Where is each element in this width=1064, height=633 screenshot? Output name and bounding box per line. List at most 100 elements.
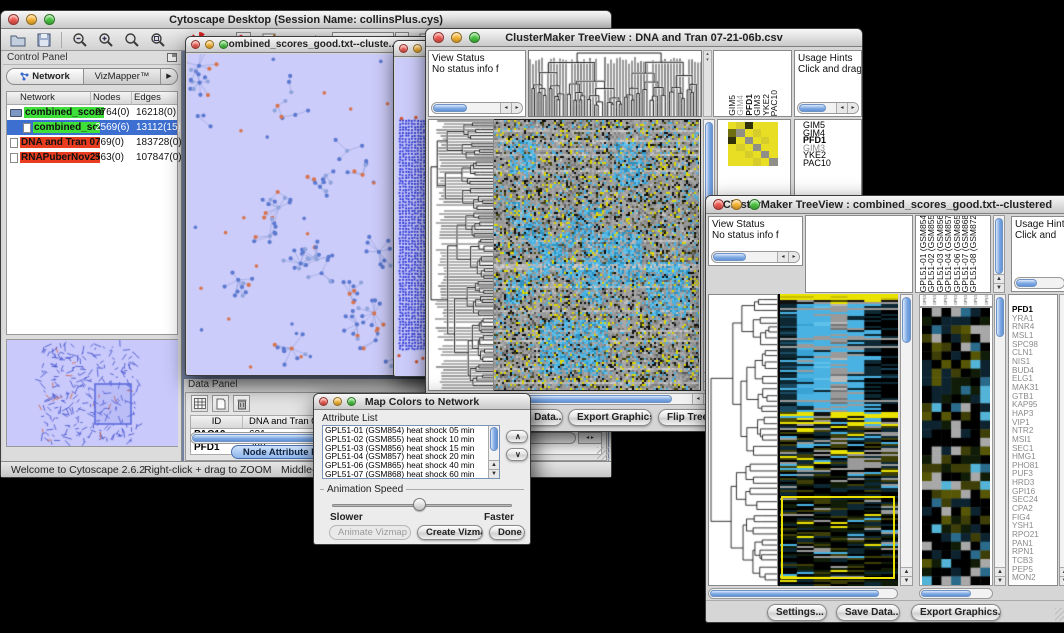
network-list-row[interactable]: RNAPuberNov2+|563(0)107847(0) <box>7 150 177 165</box>
tv2-collabels-scrollbar[interactable]: ▲▼ <box>993 215 1005 293</box>
zoom-matrix-cell <box>745 137 753 144</box>
tv1-global-heatmap[interactable] <box>494 119 701 391</box>
tv1-export-graphics-button[interactable]: Export Graphics... <box>568 409 652 426</box>
minimize-button[interactable] <box>205 40 214 49</box>
create-vizmap-button[interactable]: Create Vizmap <box>417 525 483 540</box>
view-status-scrollbar[interactable]: ◂▸ <box>431 102 523 114</box>
attribute-list-scrollbar[interactable]: ▲▼ <box>488 426 499 478</box>
minimize-button[interactable] <box>413 44 422 53</box>
desktop: Cytoscape Desktop (Session Name: collins… <box>0 0 1064 633</box>
network-overview-canvas[interactable] <box>7 340 178 446</box>
close-button[interactable] <box>713 199 724 210</box>
new-attribute-icon[interactable] <box>212 395 229 412</box>
tv2-settings-button[interactable]: Settings... <box>767 604 827 621</box>
close-button[interactable] <box>319 397 328 406</box>
tv2-save-data-button[interactable]: Save Data... <box>836 604 900 621</box>
tv2-row-dendrogram[interactable] <box>708 294 778 586</box>
open-file-icon[interactable] <box>9 31 26 48</box>
move-down-button[interactable]: ∨ <box>506 448 528 461</box>
node-count: 563(0) <box>95 152 124 163</box>
tv2-genelabels-scrollbar[interactable]: ▲▼ <box>1059 294 1064 586</box>
usage-hints-scrollbar[interactable]: ◂▸ <box>797 102 859 114</box>
col-network[interactable]: Network <box>7 92 91 104</box>
view-status-title: View Status <box>709 217 802 230</box>
close-button[interactable] <box>8 14 19 25</box>
minimize-button[interactable] <box>333 397 342 406</box>
slider-thumb[interactable] <box>413 498 426 511</box>
zoom-selected-icon[interactable] <box>123 31 140 48</box>
float-panel-icon[interactable] <box>167 49 177 67</box>
zoom-fit-icon[interactable] <box>149 31 166 48</box>
tv1-column-dendrogram[interactable] <box>528 50 702 117</box>
minimize-button[interactable] <box>451 32 462 43</box>
main-titlebar[interactable]: Cytoscape Desktop (Session Name: collins… <box>1 11 611 29</box>
zoom-in-icon[interactable] <box>97 31 114 48</box>
network-list-row[interactable]: combined_scores2764(0)16218(0) <box>7 105 177 120</box>
tv2-export-graphics-button[interactable]: Export Graphics... <box>911 604 1001 621</box>
resize-grip[interactable] <box>1055 608 1064 621</box>
table-col-id[interactable]: ID <box>191 416 243 428</box>
edge-count: 183728(0) <box>136 137 182 148</box>
tab-vizmapper[interactable]: VizMapper™ <box>84 69 161 84</box>
treeview1-title: ClusterMaker TreeView : DNA and Tran 07-… <box>426 32 862 44</box>
col-nodes[interactable]: Nodes <box>91 92 132 104</box>
treeview1-titlebar[interactable]: ClusterMaker TreeView : DNA and Tran 07-… <box>426 29 862 47</box>
tv2-global-heatmap[interactable] <box>778 294 898 586</box>
gene-label[interactable]: MON2 <box>1009 574 1057 583</box>
close-button[interactable] <box>399 44 408 53</box>
status-welcome: Welcome to Cytoscape 2.6.2 <box>11 464 145 476</box>
zoom-matrix-cell <box>728 158 736 165</box>
zoom-button[interactable] <box>44 14 55 25</box>
zoom-matrix-cell <box>753 144 761 151</box>
resize-grip[interactable] <box>597 447 610 460</box>
col-edges[interactable]: Edges <box>132 92 177 104</box>
control-panel: Control Panel Network VizMapper™ ▶ Netwo… <box>3 51 182 461</box>
delete-attribute-icon[interactable] <box>233 395 250 412</box>
tab-overflow-button[interactable]: ▶ <box>161 69 177 84</box>
treeview2-titlebar[interactable]: ClusterMaker TreeView : combined_scores_… <box>706 196 1064 214</box>
tv2-column-dendrogram-area[interactable] <box>805 215 913 293</box>
save-icon[interactable] <box>35 31 52 48</box>
attribute-list-item[interactable]: GPL51-07 (GSM868) heat shock 60 min <box>323 470 499 479</box>
zoom-matrix-cell <box>745 122 753 129</box>
zoom-button[interactable] <box>219 40 228 49</box>
network-list-row[interactable]: combined_sco2569(6)13112(15) <box>7 120 177 135</box>
zoom-matrix-cell <box>761 129 769 136</box>
dialog-titlebar[interactable]: Map Colors to Network <box>314 394 530 410</box>
zoom-button[interactable] <box>347 397 356 406</box>
usage-hints-scrollbar[interactable] <box>1014 277 1064 289</box>
data-panel-scroll-arrows[interactable]: ◂ ▸ <box>578 432 602 444</box>
done-button[interactable]: Done <box>489 525 525 540</box>
network-tab-icon <box>20 72 29 81</box>
minimize-button[interactable] <box>731 199 742 210</box>
tv2-zoom-hscrollbar[interactable] <box>919 588 993 599</box>
column-label: PAC10 <box>770 90 778 116</box>
tv1-splitter[interactable]: ▴▾ <box>703 50 712 117</box>
zoom-matrix-cell <box>728 137 736 144</box>
zoom-button[interactable] <box>469 32 480 43</box>
view-status-scrollbar[interactable]: ◂▸ <box>711 251 800 263</box>
attribute-list[interactable]: ▲▼ GPL51-01 (GSM854) heat shock 05 minGP… <box>322 425 500 479</box>
folder-icon <box>10 109 22 117</box>
tab-network[interactable]: Network <box>7 69 84 84</box>
zoom-out-icon[interactable] <box>71 31 88 48</box>
tv2-zoom-vscrollbar[interactable]: ▲▼ <box>994 294 1006 586</box>
faster-label: Faster <box>484 512 514 523</box>
tv1-zoom-matrix[interactable] <box>728 122 778 166</box>
column-label: GPL51-04 (GSM857) <box>944 215 952 292</box>
tv2-zoom-heatmap[interactable] <box>919 307 993 586</box>
tv1-row-dendrogram[interactable] <box>428 119 494 391</box>
network-list-row[interactable]: DNA and Tran 07769(0)183728(0) <box>7 135 177 150</box>
animate-vizmap-button[interactable]: Animate Vizmap <box>329 525 411 540</box>
tv2-hscrollbar[interactable] <box>708 588 898 599</box>
zoom-button[interactable] <box>749 199 760 210</box>
minimize-button[interactable] <box>26 14 37 25</box>
network-overview-panel[interactable] <box>6 339 178 447</box>
gene-label[interactable]: PAC10 <box>795 160 861 168</box>
select-attributes-icon[interactable] <box>191 395 208 412</box>
zoom-matrix-cell <box>736 158 744 165</box>
move-up-button[interactable]: ∧ <box>506 430 528 443</box>
close-button[interactable] <box>433 32 444 43</box>
close-button[interactable] <box>191 40 200 49</box>
tv2-vscrollbar[interactable]: ▲▼ <box>900 294 913 586</box>
